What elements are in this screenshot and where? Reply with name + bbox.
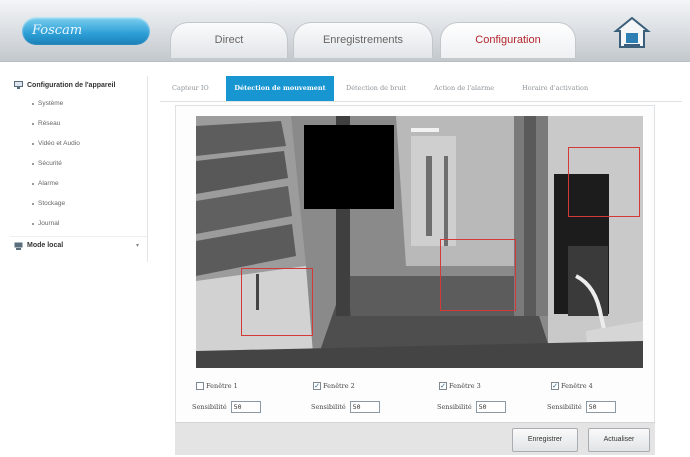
tab-configuration[interactable]: Configuration: [440, 22, 576, 58]
refresh-button[interactable]: Actualiser: [588, 428, 650, 452]
window-1-toggle[interactable]: Fenêtre 1: [196, 380, 238, 392]
sidebar-item-securite[interactable]: Sécurité: [10, 154, 147, 174]
tab-enregistrements[interactable]: Enregistrements: [293, 22, 433, 58]
window-2-toggle[interactable]: ✓ Fenêtre 2: [313, 380, 355, 392]
sidebar-section-title: Configuration de l'appareil: [27, 81, 116, 89]
subtab-label: Capteur IO: [172, 84, 209, 92]
sensitivity-input-2[interactable]: 50: [349, 401, 380, 413]
sidebar-item-label: Vidéo et Audio: [38, 140, 80, 147]
sidebar-item-label: Sécurité: [38, 160, 62, 167]
sidebar-item-label: Réseau: [38, 120, 61, 127]
window-3-toggle[interactable]: ✓ Fenêtre 3: [439, 380, 481, 392]
window-4-sensitivity: Sensibilité 50: [547, 400, 616, 414]
save-button[interactable]: Enregistrer: [512, 428, 578, 452]
sensitivity-input-1[interactable]: 50: [230, 401, 261, 413]
window-2-sensitivity: Sensibilité 50: [311, 400, 380, 414]
subtab-label: Horaire d'activation: [522, 84, 589, 92]
window-4-label: Fenêtre 4: [561, 382, 593, 390]
sidebar-item-reseau[interactable]: Réseau: [10, 114, 147, 134]
sensitivity-input-3[interactable]: 50: [475, 401, 506, 413]
sidebar-item-journal[interactable]: Journal: [10, 214, 147, 234]
sidebar-item-stockage[interactable]: Stockage: [10, 194, 147, 214]
tab-direct[interactable]: Direct: [170, 22, 288, 58]
top-header: Foscam Direct Enregistrements Configurat…: [0, 0, 690, 62]
refresh-button-label: Actualiser: [603, 436, 635, 443]
sensitivity-label: Sensibilité: [547, 403, 582, 411]
sidebar-item-alarme[interactable]: Alarme: [10, 174, 147, 194]
monitor-icon: [14, 81, 23, 89]
computer-icon: [14, 242, 23, 250]
sidebar-item-systeme[interactable]: Système: [10, 94, 147, 114]
motion-zone-2[interactable]: [440, 239, 516, 311]
window-3-label: Fenêtre 3: [449, 382, 481, 390]
motion-zone-1[interactable]: [241, 268, 313, 336]
camera-preview[interactable]: [196, 116, 643, 368]
sidebar: Configuration de l'appareil Système Rése…: [10, 76, 148, 262]
sensitivity-label: Sensibilité: [437, 403, 472, 411]
subtab-bar: Capteur IO Détection de mouvement Détect…: [160, 76, 682, 102]
sidebar-item-label: Alarme: [38, 180, 59, 187]
window-1-label: Fenêtre 1: [206, 382, 238, 390]
sidebar-item-video-audio[interactable]: Vidéo et Audio: [10, 134, 147, 154]
sidebar-item-label: Stockage: [38, 200, 66, 207]
window-2-label: Fenêtre 2: [323, 382, 355, 390]
window-4-toggle[interactable]: ✓ Fenêtre 4: [551, 380, 593, 392]
motion-zone-3[interactable]: [568, 147, 640, 217]
brand-logo-text: Foscam: [32, 23, 83, 38]
sensitivity-input-4[interactable]: 50: [585, 401, 616, 413]
subtab-label: Action de l'alarme: [434, 84, 495, 92]
window-2-checkbox[interactable]: ✓: [313, 382, 321, 390]
sidebar-local-mode-label: Mode local: [27, 242, 64, 249]
subtab-alarm-action[interactable]: Action de l'alarme: [434, 76, 494, 101]
tab-configuration-label: Configuration: [475, 34, 541, 46]
brand-logo: Foscam: [22, 17, 150, 45]
home-icon: [613, 16, 651, 48]
chevron-down-icon: ▾: [135, 243, 139, 249]
subtab-noise-detection[interactable]: Détection de bruit: [346, 76, 406, 101]
subtab-label: Détection de mouvement: [234, 84, 326, 92]
window-4-checkbox[interactable]: ✓: [551, 382, 559, 390]
action-bar: [175, 422, 655, 455]
window-1-sensitivity: Sensibilité 50: [192, 400, 261, 414]
subtab-label: Détection de bruit: [346, 84, 407, 92]
tab-direct-label: Direct: [214, 34, 244, 46]
subtab-motion-detection[interactable]: Détection de mouvement: [226, 76, 334, 101]
sidebar-item-label: Journal: [38, 220, 60, 227]
privacy-mask-area[interactable]: [304, 125, 394, 209]
sidebar-item-label: Système: [38, 100, 64, 107]
sidebar-section-local-mode[interactable]: Mode local ▾: [10, 236, 147, 254]
sidebar-section-device-config[interactable]: Configuration de l'appareil: [10, 76, 147, 94]
window-3-sensitivity: Sensibilité 50: [437, 400, 506, 414]
tab-enregistrements-label: Enregistrements: [322, 34, 404, 46]
save-button-label: Enregistrer: [527, 436, 563, 443]
sensitivity-label: Sensibilité: [311, 403, 346, 411]
window-3-checkbox[interactable]: ✓: [439, 382, 447, 390]
home-button[interactable]: [612, 14, 652, 52]
subtab-activation-schedule[interactable]: Horaire d'activation: [522, 76, 588, 101]
window-1-checkbox[interactable]: [196, 382, 204, 390]
subtab-io-sensor[interactable]: Capteur IO: [172, 76, 209, 101]
sensitivity-label: Sensibilité: [192, 403, 227, 411]
